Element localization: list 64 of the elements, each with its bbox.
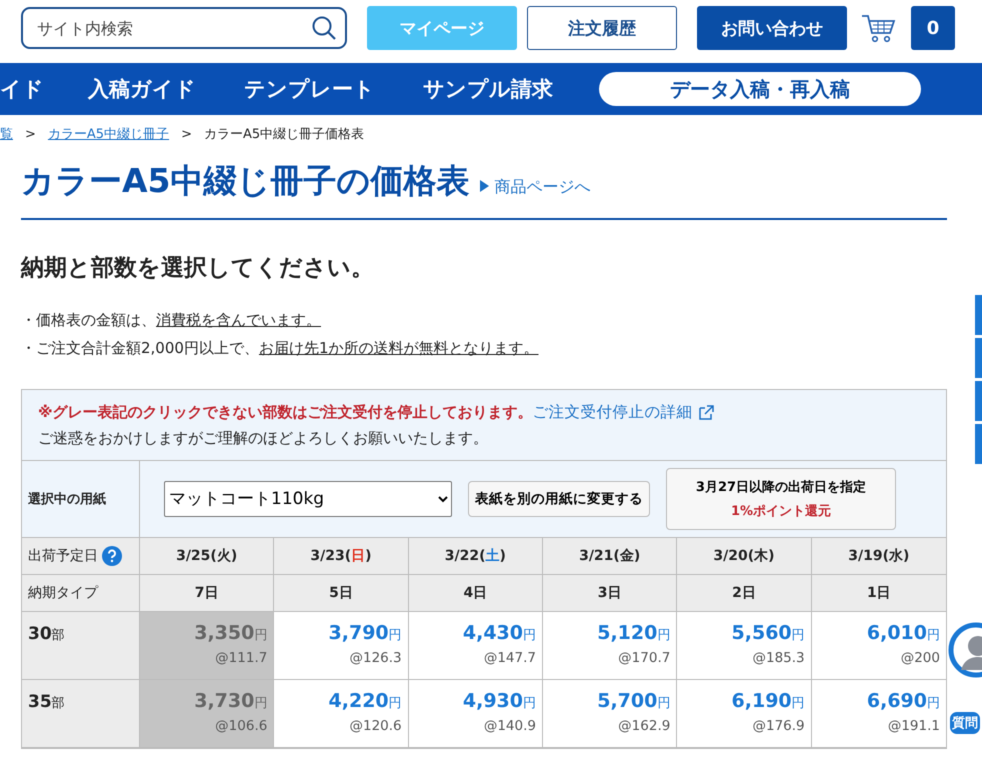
cart-icon[interactable] <box>861 12 897 44</box>
date-header: 3/21(金) <box>542 538 678 575</box>
help-icon[interactable] <box>102 546 122 566</box>
product-page-link[interactable]: 商品ページへ <box>480 177 591 198</box>
price-cell[interactable]: 3,790円 @126.3 <box>274 612 409 680</box>
price-cell[interactable]: 5,120円 @170.7 <box>542 612 678 680</box>
price-cell: 3,350円 @111.7 <box>140 612 274 680</box>
price-cell[interactable]: 6,690円 @191.1 <box>812 680 946 748</box>
bullet-mark: ・ <box>21 339 36 357</box>
header-button[interactable]: 注文履歴 <box>527 6 677 50</box>
price-cell[interactable]: 6,190円 @176.9 <box>677 680 812 748</box>
search-field[interactable]: サイト内検索 <box>21 7 347 49</box>
delivery-type-cell: 5日 <box>274 575 409 612</box>
paper-select[interactable]: マットコート110kg <box>164 481 452 517</box>
warning-text: ※グレー表記のクリックできない部数はご注文受付を停止しております。 <box>38 403 533 422</box>
date-header: 3/23(日) <box>274 538 409 575</box>
breadcrumb-link[interactable]: 覧 <box>0 125 13 143</box>
quantity-cell: 30部 <box>22 612 140 680</box>
price-cell[interactable]: 4,220円 @120.6 <box>274 680 409 748</box>
header-button[interactable]: お問い合わせ <box>697 6 847 50</box>
nav-button[interactable]: データ入稿・再入稿 <box>599 72 921 106</box>
delivery-type-cell: 7日 <box>140 575 274 612</box>
cart-count-badge: 0 <box>911 6 955 50</box>
date-header: 3/19(水) <box>812 538 946 575</box>
delivery-type-cell: 3日 <box>542 575 678 612</box>
nav-link[interactable]: サンプル請求 <box>423 75 553 103</box>
chat-badge[interactable]: 質問 <box>948 710 982 736</box>
external-link-icon <box>698 405 714 420</box>
price-cell[interactable]: 6,010円 @200 <box>812 612 946 680</box>
nav-link[interactable]: テンプレート <box>244 75 375 103</box>
section-heading: 納期と部数を選択してください。 <box>21 254 375 283</box>
breadcrumb-link[interactable]: カラーA5中綴じ冊子 <box>48 125 170 143</box>
nav-link[interactable]: 入稿ガイド <box>88 75 196 103</box>
later-date-button[interactable]: 3月27日以降の出荷日を指定 1%ポイント還元 <box>666 468 896 530</box>
quantity-cell: 35部 <box>22 680 140 748</box>
change-paper-button[interactable]: 表紙を別の用紙に変更する <box>468 481 650 517</box>
breadcrumb-text: カラーA5中綴じ冊子価格表 <box>204 126 364 143</box>
date-header: 3/20(木) <box>677 538 812 575</box>
price-cell: 3,730円 @106.6 <box>140 680 274 748</box>
notice-message: ご迷惑をおかけしますがご理解のほどよろしくお願いいたします。 <box>38 429 489 448</box>
bullet-mark: ・ <box>21 311 36 329</box>
header-label: 出荷予定日 <box>28 547 98 565</box>
note-text: 価格表の金額は、 <box>36 311 156 329</box>
breadcrumb-text: > <box>181 126 192 142</box>
page-title: カラーA5中綴じ冊子の価格表 <box>21 160 470 202</box>
details-link[interactable]: ご注文受付停止の詳細 <box>532 402 714 423</box>
price-cell[interactable]: 4,430円 @147.7 <box>408 612 543 680</box>
delivery-type-cell: 2日 <box>677 575 812 612</box>
breadcrumb-text: > <box>25 126 36 142</box>
note-text: ご注文合計金額2,000円以上で、 <box>36 339 259 357</box>
delivery-type-cell: 1日 <box>812 575 946 612</box>
date-header: 3/22(土) <box>408 538 543 575</box>
table-header-cell: 納期タイプ <box>22 575 140 612</box>
nav-link[interactable]: イド <box>0 75 44 103</box>
price-cell[interactable]: 5,700円 @162.9 <box>542 680 678 748</box>
paper-label: 選択中の用紙 <box>22 461 140 537</box>
date-header: 3/25(火) <box>140 538 274 575</box>
price-cell[interactable]: 5,560円 @185.3 <box>677 612 812 680</box>
triangle-icon <box>480 180 489 192</box>
note-link[interactable]: お届け先1か所の送料が無料となります。 <box>258 339 548 357</box>
search-icon[interactable] <box>311 15 337 41</box>
note-link[interactable]: 消費税を含んでいます。 <box>156 311 331 329</box>
price-cell[interactable]: 4,930円 @140.9 <box>408 680 543 748</box>
delivery-type-cell: 4日 <box>408 575 543 612</box>
